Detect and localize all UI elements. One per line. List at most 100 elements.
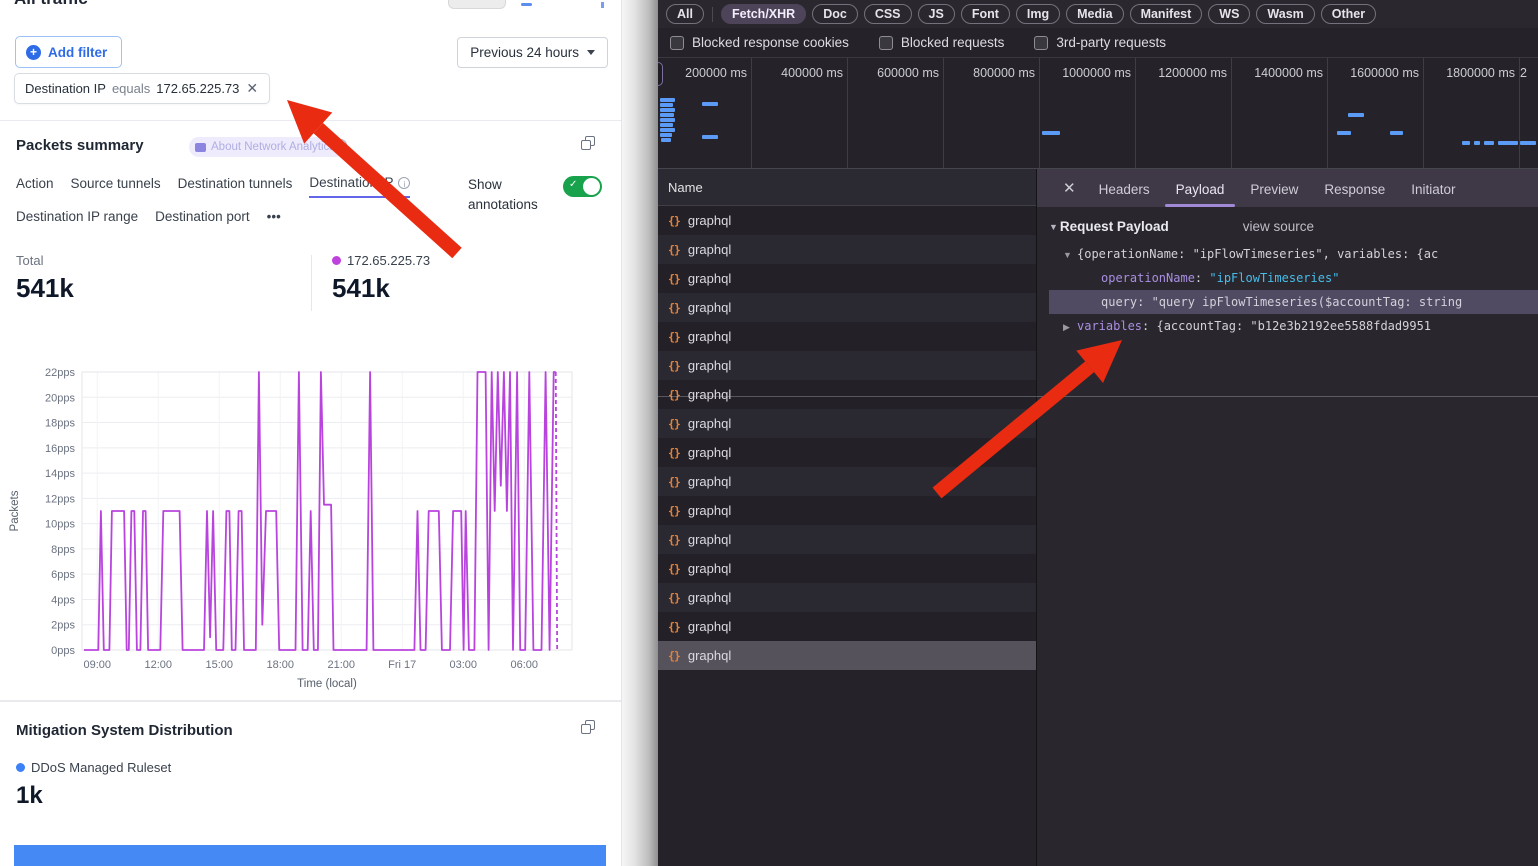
json-file-icon: {}: [668, 533, 680, 547]
json-file-icon: {}: [668, 591, 680, 605]
timeline-request-bar: [1390, 131, 1403, 135]
packets-tab-source-tunnels[interactable]: Source tunnels: [71, 175, 161, 198]
filter-value: 172.65.225.73: [156, 81, 239, 96]
checkbox-blocked-response-cookies[interactable]: Blocked response cookies: [670, 35, 849, 50]
json-file-icon: {}: [668, 388, 680, 402]
disclosure-triangle-icon[interactable]: ▼: [1063, 243, 1077, 267]
request-name: graphql: [688, 561, 731, 576]
resource-chip-manifest[interactable]: Manifest: [1130, 4, 1203, 24]
json-file-icon: {}: [668, 214, 680, 228]
request-row[interactable]: {}graphql: [658, 409, 1036, 438]
timeline-tick-label: 1600000 ms: [1331, 66, 1419, 80]
request-row[interactable]: {}graphql: [658, 496, 1036, 525]
resource-chip-all[interactable]: All: [666, 4, 704, 24]
detail-tab-preview[interactable]: Preview: [1237, 182, 1311, 207]
request-row[interactable]: {}graphql: [658, 264, 1036, 293]
network-timeline[interactable]: 200000 ms400000 ms600000 ms800000 ms1000…: [658, 58, 1538, 169]
name-column-header[interactable]: Name: [658, 169, 1036, 206]
checkbox-box: [879, 36, 893, 50]
devtools-panel: All Fetch/XHR Doc CSS JS Font Img Media Manifest…: [658, 0, 1538, 866]
resource-chip-js[interactable]: JS: [918, 4, 955, 24]
network-main: Name {}graphql{}graphql{}graphql{}graphq…: [658, 169, 1538, 866]
mitigation-legend-label: DDoS Managed Ruleset: [31, 760, 171, 775]
resource-chip-ws[interactable]: WS: [1208, 4, 1250, 24]
view-source-link[interactable]: view source: [1243, 219, 1314, 234]
request-name: graphql: [688, 619, 731, 634]
request-row[interactable]: {}graphql: [658, 554, 1036, 583]
expand-panel-icon[interactable]: [581, 720, 597, 736]
request-row[interactable]: {}graphql: [658, 293, 1036, 322]
resource-chip-doc[interactable]: Doc: [812, 4, 858, 24]
request-payload-header: ▼ Request Payload view source: [1049, 219, 1538, 234]
legend-dot: [16, 763, 25, 772]
json-file-icon: {}: [668, 301, 680, 315]
resource-chip-css[interactable]: CSS: [864, 4, 912, 24]
json-file-icon: {}: [668, 504, 680, 518]
expand-panel-icon[interactable]: [581, 136, 597, 152]
payload-token-plain: query: "query ipFlowTimeseries($accountT…: [1101, 295, 1462, 309]
close-icon[interactable]: ✕: [1051, 179, 1086, 207]
request-row[interactable]: {}graphql: [658, 525, 1036, 554]
packets-tab-destination-ip-range[interactable]: Destination IP range: [16, 209, 138, 230]
resource-chip-img[interactable]: Img: [1016, 4, 1060, 24]
packets-tab-destination-ip[interactable]: Destination IPi: [309, 175, 410, 198]
timeline-tick-label: 1400000 ms: [1235, 66, 1323, 80]
payload-tree-line[interactable]: query: "query ipFlowTimeseries($accountT…: [1049, 290, 1538, 314]
json-file-icon: {}: [668, 272, 680, 286]
timeline-request-bar: [660, 133, 672, 137]
remove-filter-icon[interactable]: ✕: [245, 80, 259, 97]
resource-chip-fetch-xhr[interactable]: Fetch/XHR: [721, 4, 806, 24]
collapse-triangle-icon[interactable]: ▼: [1049, 222, 1058, 232]
resource-chip-wasm[interactable]: Wasm: [1256, 4, 1314, 24]
request-payload-title: Request Payload: [1060, 219, 1169, 234]
checkbox-3rd-party-requests[interactable]: 3rd-party requests: [1034, 35, 1166, 50]
time-range-dropdown[interactable]: Previous 24 hours: [457, 37, 608, 68]
payload-tree-line[interactable]: ▼{operationName: "ipFlowTimeseries", var…: [1049, 242, 1538, 266]
detail-tab-payload[interactable]: Payload: [1163, 182, 1238, 207]
about-network-analytics-badge[interactable]: About Network Analytics: [189, 137, 345, 157]
request-row[interactable]: {}graphql: [658, 467, 1036, 496]
add-filter-label: Add filter: [48, 45, 107, 60]
resource-chip-other[interactable]: Other: [1321, 4, 1376, 24]
packets-tab-destination-port[interactable]: Destination port: [155, 209, 250, 230]
packets-tab-action[interactable]: Action: [16, 175, 54, 198]
timeline-gridline: [1231, 58, 1232, 169]
detail-tab-initiator[interactable]: Initiator: [1398, 182, 1468, 207]
series-label: 172.65.225.73: [347, 253, 430, 268]
request-row[interactable]: {}graphql: [658, 322, 1036, 351]
resource-chip-font[interactable]: Font: [961, 4, 1010, 24]
packets-tab--[interactable]: •••: [267, 209, 281, 230]
svg-text:18:00: 18:00: [266, 659, 294, 671]
mitigation-value: 1k: [16, 782, 43, 810]
resource-chip-media[interactable]: Media: [1066, 4, 1123, 24]
request-row[interactable]: {}graphql: [658, 438, 1036, 467]
packets-tab-destination-tunnels[interactable]: Destination tunnels: [178, 175, 293, 198]
mitigation-title: Mitigation System Distribution: [16, 722, 233, 739]
request-row[interactable]: {}graphql: [658, 206, 1036, 235]
show-annotations-toggle[interactable]: ✓: [563, 176, 602, 197]
svg-text:Packets: Packets: [9, 490, 21, 531]
detail-tab-response[interactable]: Response: [1311, 182, 1398, 207]
svg-text:12pps: 12pps: [45, 493, 75, 505]
request-row[interactable]: {}graphql: [658, 583, 1036, 612]
timeline-request-bar: [660, 118, 675, 122]
svg-text:12:00: 12:00: [144, 659, 172, 671]
checkbox-label: Blocked requests: [901, 35, 1005, 50]
request-row[interactable]: {}graphql: [658, 235, 1036, 264]
time-range-label: Previous 24 hours: [470, 45, 579, 60]
request-row[interactable]: {}graphql: [658, 612, 1036, 641]
request-row[interactable]: {}graphql: [658, 351, 1036, 380]
payload-tree-line[interactable]: operationName: "ipFlowTimeseries": [1049, 266, 1538, 290]
request-row[interactable]: {}graphql: [658, 641, 1036, 670]
request-rows: {}graphql{}graphql{}graphql{}graphql{}gr…: [658, 206, 1036, 670]
payload-tree-line[interactable]: ▶variables: {accountTag: "b12e3b2192ee55…: [1049, 314, 1538, 338]
request-row[interactable]: {}graphql: [658, 380, 1036, 409]
detail-tab-headers[interactable]: Headers: [1086, 182, 1163, 207]
svg-text:14pps: 14pps: [45, 468, 75, 480]
disclosure-triangle-icon[interactable]: ▶: [1063, 315, 1077, 338]
stitch-line: [658, 396, 1538, 397]
add-filter-button[interactable]: + Add filter: [15, 36, 122, 68]
filter-operator: equals: [112, 81, 150, 96]
timeline-tick-label: 2: [1520, 66, 1538, 80]
checkbox-blocked-requests[interactable]: Blocked requests: [879, 35, 1005, 50]
